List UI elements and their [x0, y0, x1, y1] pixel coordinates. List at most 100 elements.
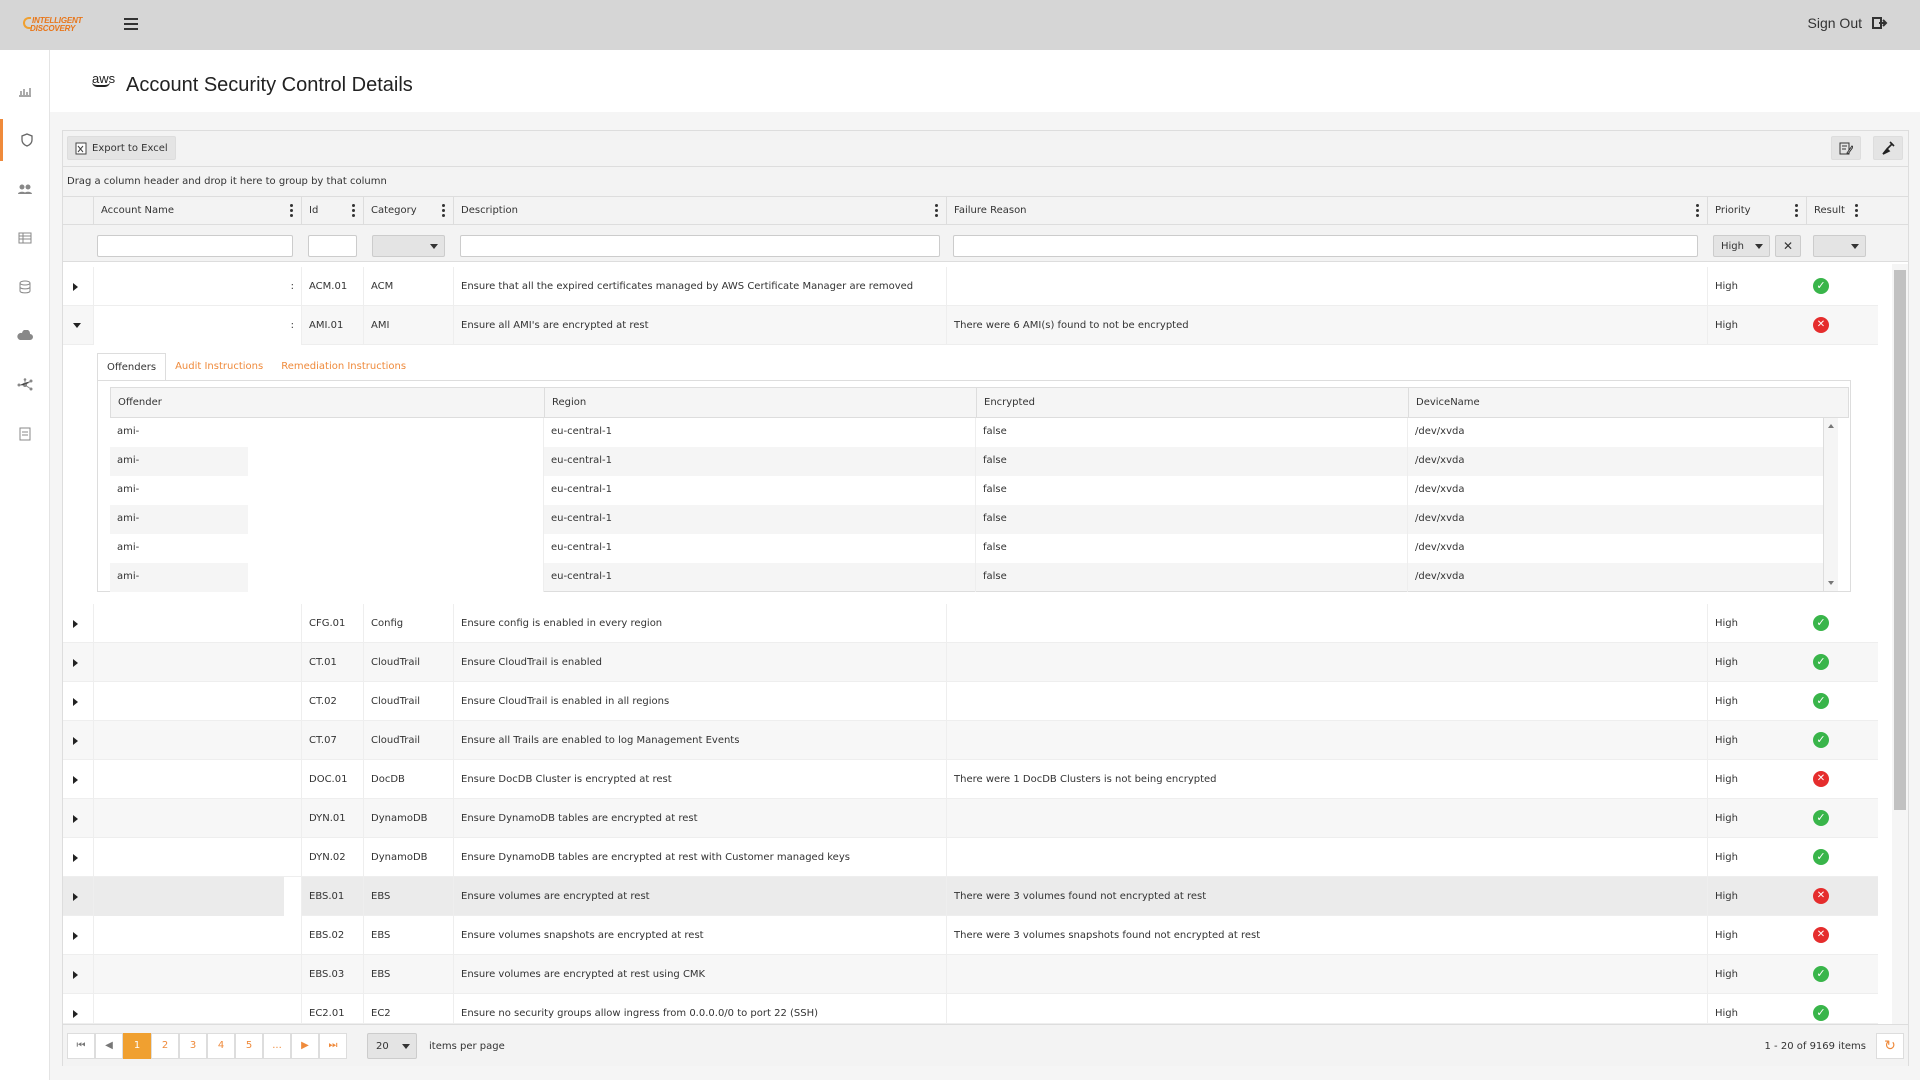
table-row[interactable]: DYN.02 DynamoDB Ensure DynamoDB tables a…: [63, 838, 1878, 877]
column-header-region[interactable]: Region: [544, 388, 976, 417]
sidebar-item-dashboard[interactable]: [0, 70, 50, 112]
sidebar-item-security[interactable]: [0, 119, 50, 161]
column-header-device[interactable]: DeviceName: [1408, 388, 1838, 417]
column-header-encrypted[interactable]: Encrypted: [976, 388, 1408, 417]
column-header-category[interactable]: Category: [363, 197, 453, 225]
sidebar-item-cloud[interactable]: [0, 315, 50, 357]
table-row[interactable]: EBS.01 EBS Ensure volumes are encrypted …: [63, 877, 1878, 916]
offender-row[interactable]: ami- eu-central-1 false /dev/xvda: [110, 447, 1834, 476]
table-row[interactable]: EC2.01 EC2 Ensure no security groups all…: [63, 994, 1878, 1024]
page-button[interactable]: 5: [235, 1033, 263, 1059]
cell-category: EBS: [363, 916, 453, 955]
export-excel-button[interactable]: Export to Excel: [67, 136, 176, 160]
column-menu-icon[interactable]: [935, 204, 938, 219]
last-page-button[interactable]: ⏭: [319, 1033, 347, 1059]
table-row[interactable]: CT.07 CloudTrail Ensure all Trails are e…: [63, 721, 1878, 760]
offender-row[interactable]: ami- eu-central-1 false /dev/xvda: [110, 476, 1834, 505]
cell-priority: High: [1707, 760, 1806, 799]
table-row[interactable]: EBS.02 EBS Ensure volumes snapshots are …: [63, 916, 1878, 955]
expand-row-icon[interactable]: [73, 659, 78, 667]
sidebar-item-table[interactable]: [0, 217, 50, 259]
column-header-account[interactable]: Account Name: [93, 197, 301, 225]
table-row[interactable]: DYN.01 DynamoDB Ensure DynamoDB tables a…: [63, 799, 1878, 838]
hamburger-menu-icon[interactable]: [124, 18, 138, 31]
offender-row[interactable]: ami- eu-central-1 false /dev/xvda: [110, 505, 1834, 534]
sidebar-item-users[interactable]: [0, 168, 50, 210]
priority-filter-select[interactable]: High: [1713, 235, 1770, 257]
expand-row-icon[interactable]: [73, 283, 78, 291]
column-header-description[interactable]: Description: [453, 197, 946, 225]
page-button[interactable]: 1: [123, 1033, 151, 1059]
scrollbar-thumb[interactable]: [1894, 270, 1906, 810]
offenders-scrollbar[interactable]: [1823, 418, 1838, 591]
column-menu-icon[interactable]: [290, 204, 293, 219]
expand-row-icon[interactable]: [73, 893, 78, 901]
grid-scrollbar[interactable]: [1892, 264, 1908, 1034]
expand-row-icon[interactable]: [73, 776, 78, 784]
expand-row-icon[interactable]: [73, 698, 78, 706]
result-filter-select[interactable]: [1813, 235, 1866, 257]
expand-row-icon[interactable]: [73, 620, 78, 628]
page-size-select[interactable]: 20: [367, 1033, 417, 1059]
priority-filter-clear[interactable]: ✕: [1775, 235, 1801, 257]
expand-row-icon[interactable]: [73, 737, 78, 745]
column-menu-icon[interactable]: [1696, 204, 1699, 219]
refresh-icon[interactable]: ↻: [1876, 1033, 1904, 1059]
table-row[interactable]: DOC.01 DocDB Ensure DocDB Cluster is enc…: [63, 760, 1878, 799]
expand-row-icon[interactable]: [73, 854, 78, 862]
collapse-row-icon[interactable]: [73, 323, 81, 328]
clear-filters-button[interactable]: [1873, 136, 1903, 160]
prev-page-button[interactable]: ◀: [95, 1033, 123, 1059]
account-filter-input[interactable]: [97, 235, 293, 257]
sidebar-item-report[interactable]: [0, 413, 50, 455]
column-header-priority[interactable]: Priority: [1707, 197, 1806, 225]
next-page-button[interactable]: ▶: [291, 1033, 319, 1059]
failure-filter-input[interactable]: [953, 235, 1698, 257]
offender-row[interactable]: ami- eu-central-1 false /dev/xvda: [110, 534, 1834, 563]
first-page-button[interactable]: ⏮: [67, 1033, 95, 1059]
cell-priority: High: [1707, 267, 1806, 306]
sign-out-button[interactable]: Sign Out: [1808, 15, 1888, 31]
cell-failure: [946, 604, 1707, 643]
cell-description: Ensure all Trails are enabled to log Man…: [453, 721, 946, 760]
offender-row[interactable]: ami- eu-central-1 false /dev/xvda: [110, 563, 1834, 592]
tab-remediation-instructions[interactable]: Remediation Instructions: [272, 353, 415, 381]
expand-row-icon[interactable]: [73, 971, 78, 979]
description-filter-input[interactable]: [460, 235, 940, 257]
brand-logo[interactable]: INTELLIGENT DISCOVERY: [23, 17, 90, 35]
column-header-failure[interactable]: Failure Reason: [946, 197, 1707, 225]
category-filter-select[interactable]: [372, 235, 445, 257]
expand-row-icon[interactable]: [73, 1010, 78, 1018]
sidebar-item-network[interactable]: [0, 364, 50, 406]
tab-offenders[interactable]: Offenders: [97, 353, 167, 381]
table-row[interactable]: : AMI.01 AMI Ensure all AMI's are encryp…: [63, 306, 1878, 345]
column-menu-icon[interactable]: [442, 204, 445, 219]
page-button-more[interactable]: ...: [263, 1033, 291, 1059]
edit-columns-button[interactable]: [1831, 136, 1861, 160]
scroll-down-icon[interactable]: [1828, 581, 1834, 585]
column-menu-icon[interactable]: [352, 204, 355, 219]
page-button[interactable]: 2: [151, 1033, 179, 1059]
column-header-id[interactable]: Id: [301, 197, 363, 225]
expand-row-icon[interactable]: [73, 932, 78, 940]
cell-priority: High: [1707, 306, 1806, 345]
table-row[interactable]: CT.01 CloudTrail Ensure CloudTrail is en…: [63, 643, 1878, 682]
expand-row-icon[interactable]: [73, 815, 78, 823]
group-by-bar[interactable]: Drag a column header and drop it here to…: [63, 167, 1908, 197]
table-row[interactable]: CFG.01 Config Ensure config is enabled i…: [63, 604, 1878, 643]
column-header-offender[interactable]: Offender: [111, 388, 544, 417]
offender-row[interactable]: ami- eu-central-1 false /dev/xvda: [110, 418, 1834, 447]
scroll-up-icon[interactable]: [1828, 424, 1834, 428]
id-filter-input[interactable]: [308, 235, 357, 257]
page-button[interactable]: 3: [179, 1033, 207, 1059]
aws-label: aws: [92, 71, 116, 86]
table-row[interactable]: : ACM.01 ACM Ensure that all the expired…: [63, 267, 1878, 306]
column-menu-icon[interactable]: [1795, 204, 1798, 219]
table-row[interactable]: EBS.03 EBS Ensure volumes are encrypted …: [63, 955, 1878, 994]
sidebar-item-database[interactable]: [0, 266, 50, 308]
page-button[interactable]: 4: [207, 1033, 235, 1059]
tab-audit-instructions[interactable]: Audit Instructions: [166, 353, 272, 381]
table-row[interactable]: CT.02 CloudTrail Ensure CloudTrail is en…: [63, 682, 1878, 721]
column-header-result[interactable]: Result: [1806, 197, 1866, 225]
column-menu-icon[interactable]: [1855, 204, 1858, 219]
